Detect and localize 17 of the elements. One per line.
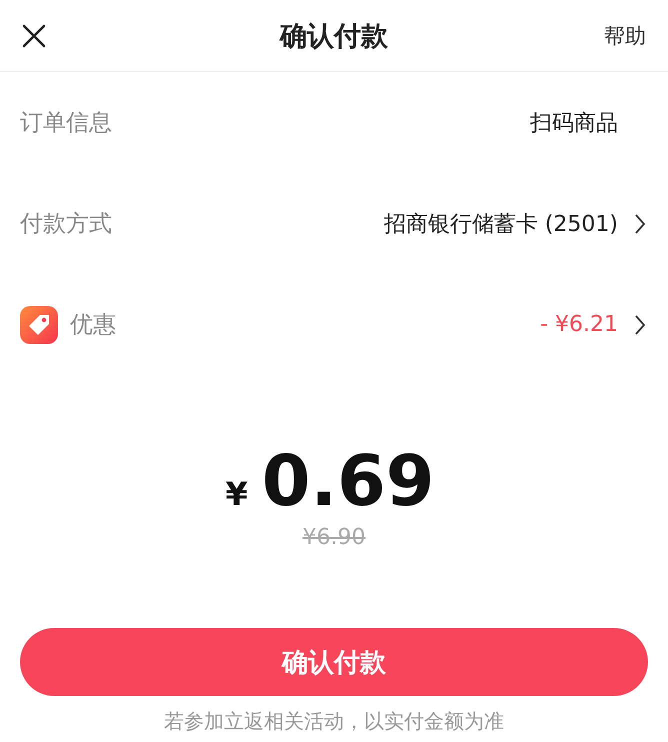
row-label: 优惠 [70, 311, 117, 340]
confirm-payment-button[interactable]: 确认付款 [20, 628, 648, 696]
close-icon[interactable] [22, 24, 46, 48]
row-value: - ¥6.21 [540, 312, 618, 337]
original-price: ¥6.90 [302, 525, 366, 550]
row-value: 扫码商品 [530, 110, 618, 138]
row-value: 招商银行储蓄卡 (2501) [384, 210, 618, 238]
currency-symbol: ¥ [226, 475, 248, 513]
page-title: 确认付款 [280, 20, 388, 54]
row-label: 付款方式 [20, 210, 113, 239]
help-link[interactable]: 帮助 [604, 22, 646, 50]
tag-icon [20, 306, 58, 344]
footnote: 若参加立返相关活动，以实付金额为准 [163, 708, 505, 735]
chevron-icon[interactable] [634, 314, 646, 336]
payment-amount: 0.69 [262, 441, 434, 521]
row-label: 订单信息 [20, 109, 113, 138]
chevron-icon[interactable] [634, 212, 646, 234]
